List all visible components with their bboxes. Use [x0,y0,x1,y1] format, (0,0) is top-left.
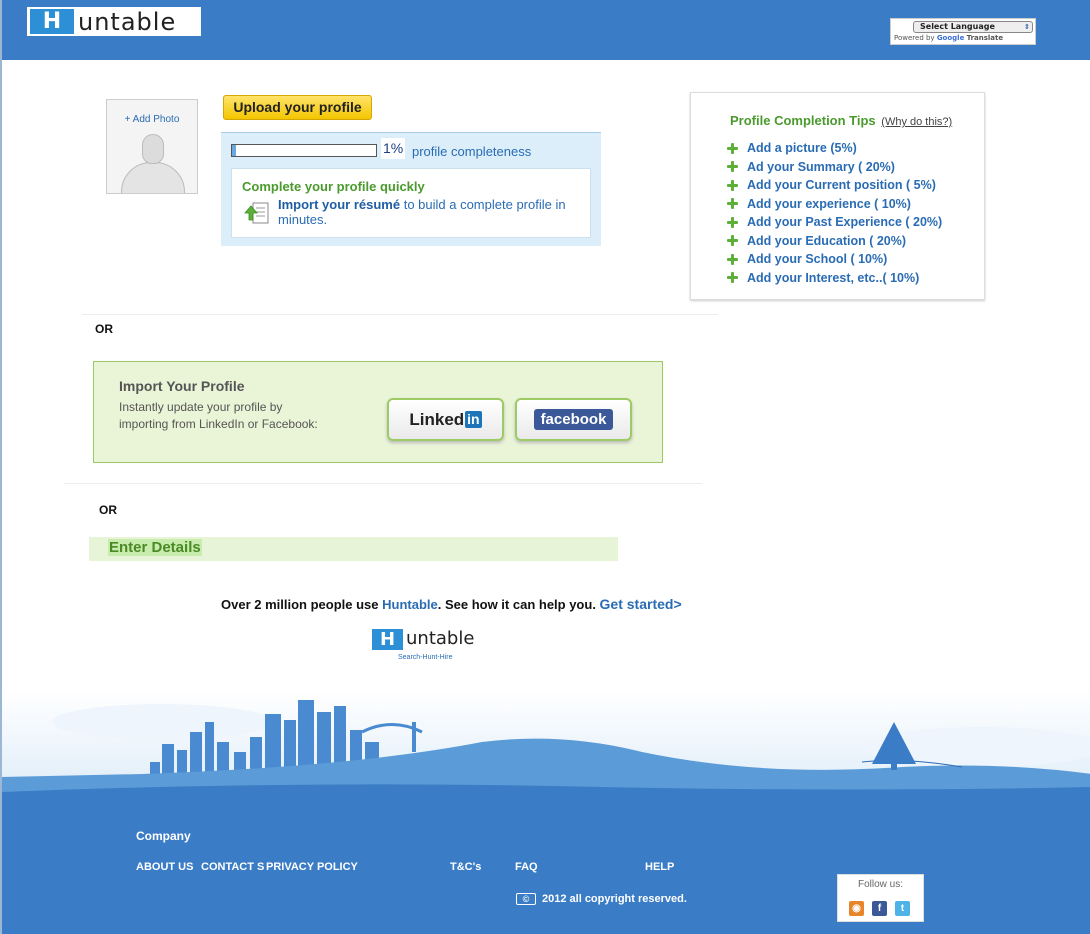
tip-label: Add your experience ( 10%) [747,196,911,211]
copyright-text: 2012 all copyright reserved. [542,893,687,905]
language-select-label: Select Language [920,22,995,31]
plus-icon [727,179,738,191]
footer-huntable-logo: H untable Search-Hunt-Hire [371,628,491,668]
language-select[interactable]: Select Language ⇕ [913,21,1033,33]
linkedin-text: Linked [409,409,465,429]
follow-us-box: Follow us: ◉ f t [837,874,924,922]
tips-title: Profile Completion Tips (Why do this?) [730,113,952,128]
or-separator: OR [95,322,113,336]
tip-item[interactable]: Add your School ( 10%) [727,250,942,269]
promo-after: . See how it can help you. [437,597,600,612]
tip-item[interactable]: Add your experience ( 10%) [727,195,942,214]
tip-label: Add a picture (5%) [747,141,857,156]
plus-icon [727,216,738,228]
tips-list: Add a picture (5%) Ad your Summary ( 20%… [727,139,942,287]
copyright-icon: © [516,893,536,905]
why-do-this-link[interactable]: (Why do this?) [881,116,952,128]
logo-tagline: Search-Hunt-Hire [398,654,453,661]
powered-by-text: Powered by [894,34,935,42]
city-skyline-illustration [2,692,1090,820]
quick-title: Complete your profile quickly [242,179,425,194]
promo-brand: Huntable [382,597,438,612]
rss-icon[interactable]: ◉ [849,901,864,916]
footer-link-privacy[interactable]: PRIVACY POLICY [266,861,358,873]
section-divider [64,483,702,484]
footer-company-heading: Company [136,829,191,843]
import-resume-link[interactable]: Import your résumé [278,197,400,212]
facebook-import-button[interactable]: facebook [515,398,632,441]
tip-label: Ad your Summary ( 20%) [747,159,895,174]
section-divider [82,314,718,315]
enter-details-label: Enter Details [108,539,202,556]
logo-h-mark: H [30,9,74,34]
profile-progress-panel: 1% profile completeness Complete your pr… [221,132,601,246]
header: H untable Select Language ⇕ Powered by G… [2,0,1090,60]
footer-link-terms[interactable]: T&C's [450,861,481,873]
import-profile-description: Instantly update your profile by importi… [119,400,318,431]
plus-icon [727,142,738,154]
completeness-label: profile completeness [412,144,532,159]
completeness-progress-fill [232,145,237,156]
tip-item[interactable]: Add your Interest, etc..( 10%) [727,269,942,288]
plus-icon [727,198,738,210]
footer: Company ABOUT US CONTACT S PRIVACY POLIC… [2,820,1090,934]
powered-by-google: Powered by Google Translate [894,34,1035,42]
tip-label: Add your Current position ( 5%) [747,178,936,193]
tip-label: Add your Past Experience ( 20%) [747,215,943,230]
tip-item[interactable]: Add a picture (5%) [727,139,942,158]
get-started-link[interactable]: Get started> [600,596,682,612]
upload-profile-button[interactable]: Upload your profile [223,95,372,120]
or-separator: OR [99,503,117,517]
footer-link-help[interactable]: HELP [645,861,674,873]
promo-text: Over 2 million people use Huntable. See … [221,596,682,612]
tips-title-text: Profile Completion Tips [730,113,876,128]
footer-link-contact[interactable]: CONTACT S [201,861,264,873]
profile-completion-tips: Profile Completion Tips (Why do this?) A… [690,92,985,300]
linkedin-in-icon: in [465,411,482,428]
google-translate-widget: Select Language ⇕ Powered by Google Tran… [890,18,1036,45]
copyright-notice: © 2012 all copyright reserved. [516,893,687,905]
plus-icon [727,272,738,284]
import-resume-icon [244,202,269,224]
page: H untable Select Language ⇕ Powered by G… [0,0,1090,934]
completeness-progress-bar [231,144,377,157]
tip-label: Add your School ( 10%) [747,252,888,267]
footer-link-faq[interactable]: FAQ [515,861,538,873]
tip-item[interactable]: Ad your Summary ( 20%) [727,158,942,177]
facebook-logo: facebook [533,409,614,430]
huntable-logo[interactable]: H untable [27,7,201,36]
add-photo-link[interactable]: + Add Photo [107,114,197,125]
import-profile-title: Import Your Profile [119,378,245,394]
tip-label: Add your Interest, etc..( 10%) [747,270,920,285]
facebook-icon[interactable]: f [872,901,887,916]
tip-item[interactable]: Add your Past Experience ( 20%) [727,213,942,232]
linkedin-import-button[interactable]: Linked in [387,398,504,441]
tip-item[interactable]: Add your Current position ( 5%) [727,176,942,195]
complete-profile-quickly-box: Complete your profile quickly Import you… [231,168,591,238]
enter-details-bar[interactable]: Enter Details [89,537,618,561]
logo-h-mark: H [372,629,403,650]
avatar-silhouette-head [142,134,164,164]
plus-icon [727,235,738,247]
select-arrows-icon: ⇕ [1024,23,1030,31]
logo-text: untable [406,628,475,649]
plus-icon [727,161,738,173]
avatar-silhouette-body [121,162,185,193]
follow-us-label: Follow us: [857,879,903,890]
google-text: Google [936,34,965,42]
tip-item[interactable]: Add your Education ( 20%) [727,232,942,251]
import-profile-box: Import Your Profile Instantly update you… [93,361,663,463]
logo-text: untable [78,7,177,36]
import-resume-text: Import your résumé to build a complete p… [278,197,578,227]
plus-icon [727,253,738,265]
twitter-icon[interactable]: t [895,901,910,916]
translate-text: Translate [966,34,1004,42]
completeness-percent: 1% [381,138,406,159]
promo-before: Over 2 million people use [221,597,383,612]
tip-label: Add your Education ( 20%) [747,233,907,248]
footer-link-about-us[interactable]: ABOUT US [136,861,193,873]
profile-photo-placeholder[interactable]: + Add Photo [106,99,198,194]
